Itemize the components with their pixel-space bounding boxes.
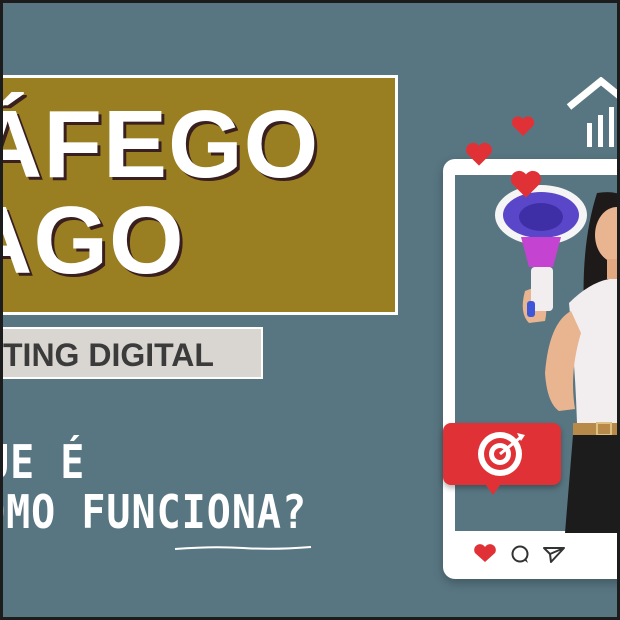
house-icon bbox=[566, 77, 617, 147]
title-line-2: AGO bbox=[3, 187, 185, 294]
megaphone-icon bbox=[495, 185, 587, 317]
question-line-1: UE É bbox=[3, 436, 86, 490]
brush-underline bbox=[174, 546, 312, 550]
thumbnail-frame: ÁFEGO AGO TING DIGITAL UE É OMO FUNCIONA… bbox=[0, 0, 620, 620]
subtitle: TING DIGITAL bbox=[3, 337, 214, 373]
question-line-2: OMO FUNCIONA? bbox=[0, 486, 308, 540]
title-line-1: ÁFEGO bbox=[0, 91, 320, 198]
comment-icon bbox=[511, 545, 529, 563]
heart-icon bbox=[474, 544, 496, 562]
send-icon bbox=[543, 547, 565, 563]
heart-icon bbox=[466, 142, 492, 166]
phone-action-bar bbox=[474, 544, 565, 563]
target-card-tail bbox=[483, 481, 503, 495]
target-icon bbox=[478, 432, 525, 476]
heart-icon bbox=[510, 170, 542, 198]
heart-icon bbox=[511, 116, 535, 136]
